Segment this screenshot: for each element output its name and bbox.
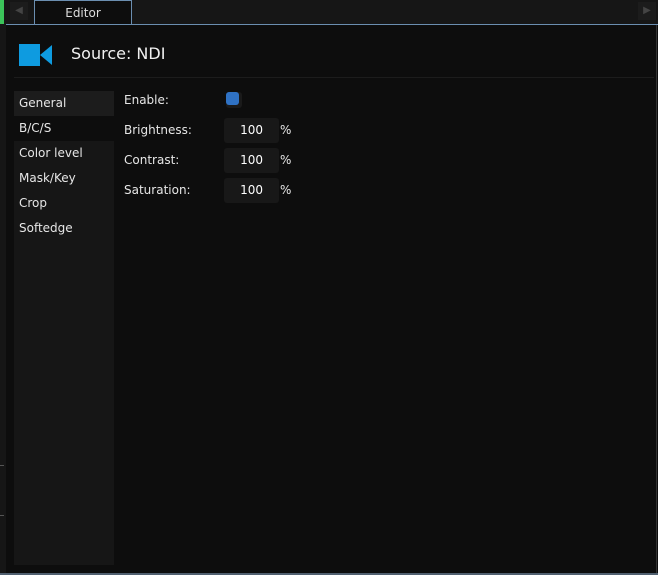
enable-checkbox[interactable] xyxy=(226,92,242,108)
settings-nav: General B/C/S Color level Mask/Key Crop … xyxy=(14,91,114,565)
nav-item-general[interactable]: General xyxy=(14,91,114,116)
scroll-left-icon[interactable]: ◀ xyxy=(10,2,28,20)
nav-item-color-level[interactable]: Color level xyxy=(14,141,114,166)
divider xyxy=(0,515,4,516)
scroll-right-icon[interactable]: ▶ xyxy=(638,2,656,20)
brightness-label: Brightness: xyxy=(124,123,192,137)
status-indicator xyxy=(0,0,4,24)
editor-panel: Source: NDI General B/C/S Color level Ma… xyxy=(6,25,657,573)
tab-bar: ◀ Editor ▶ xyxy=(6,0,658,25)
saturation-unit: % xyxy=(280,183,292,197)
divider xyxy=(0,465,4,466)
contrast-input[interactable]: 100 xyxy=(224,148,279,173)
contrast-unit: % xyxy=(280,153,292,167)
page-title: Source: NDI xyxy=(71,44,166,63)
contrast-label: Contrast: xyxy=(124,153,180,167)
video-camera-icon xyxy=(19,44,52,66)
brightness-unit: % xyxy=(280,123,292,137)
brightness-input[interactable]: 100 xyxy=(224,118,279,143)
divider xyxy=(14,77,654,78)
nav-item-bcs[interactable]: B/C/S xyxy=(14,116,114,141)
checkbox-checked-indicator xyxy=(226,92,239,105)
saturation-label: Saturation: xyxy=(124,183,191,197)
saturation-input[interactable]: 100 xyxy=(224,178,279,203)
tab-editor[interactable]: Editor xyxy=(34,0,132,24)
nav-item-mask-key[interactable]: Mask/Key xyxy=(14,166,114,191)
nav-item-crop[interactable]: Crop xyxy=(14,191,114,216)
nav-item-softedge[interactable]: Softedge xyxy=(14,216,114,241)
enable-label: Enable: xyxy=(124,93,169,107)
